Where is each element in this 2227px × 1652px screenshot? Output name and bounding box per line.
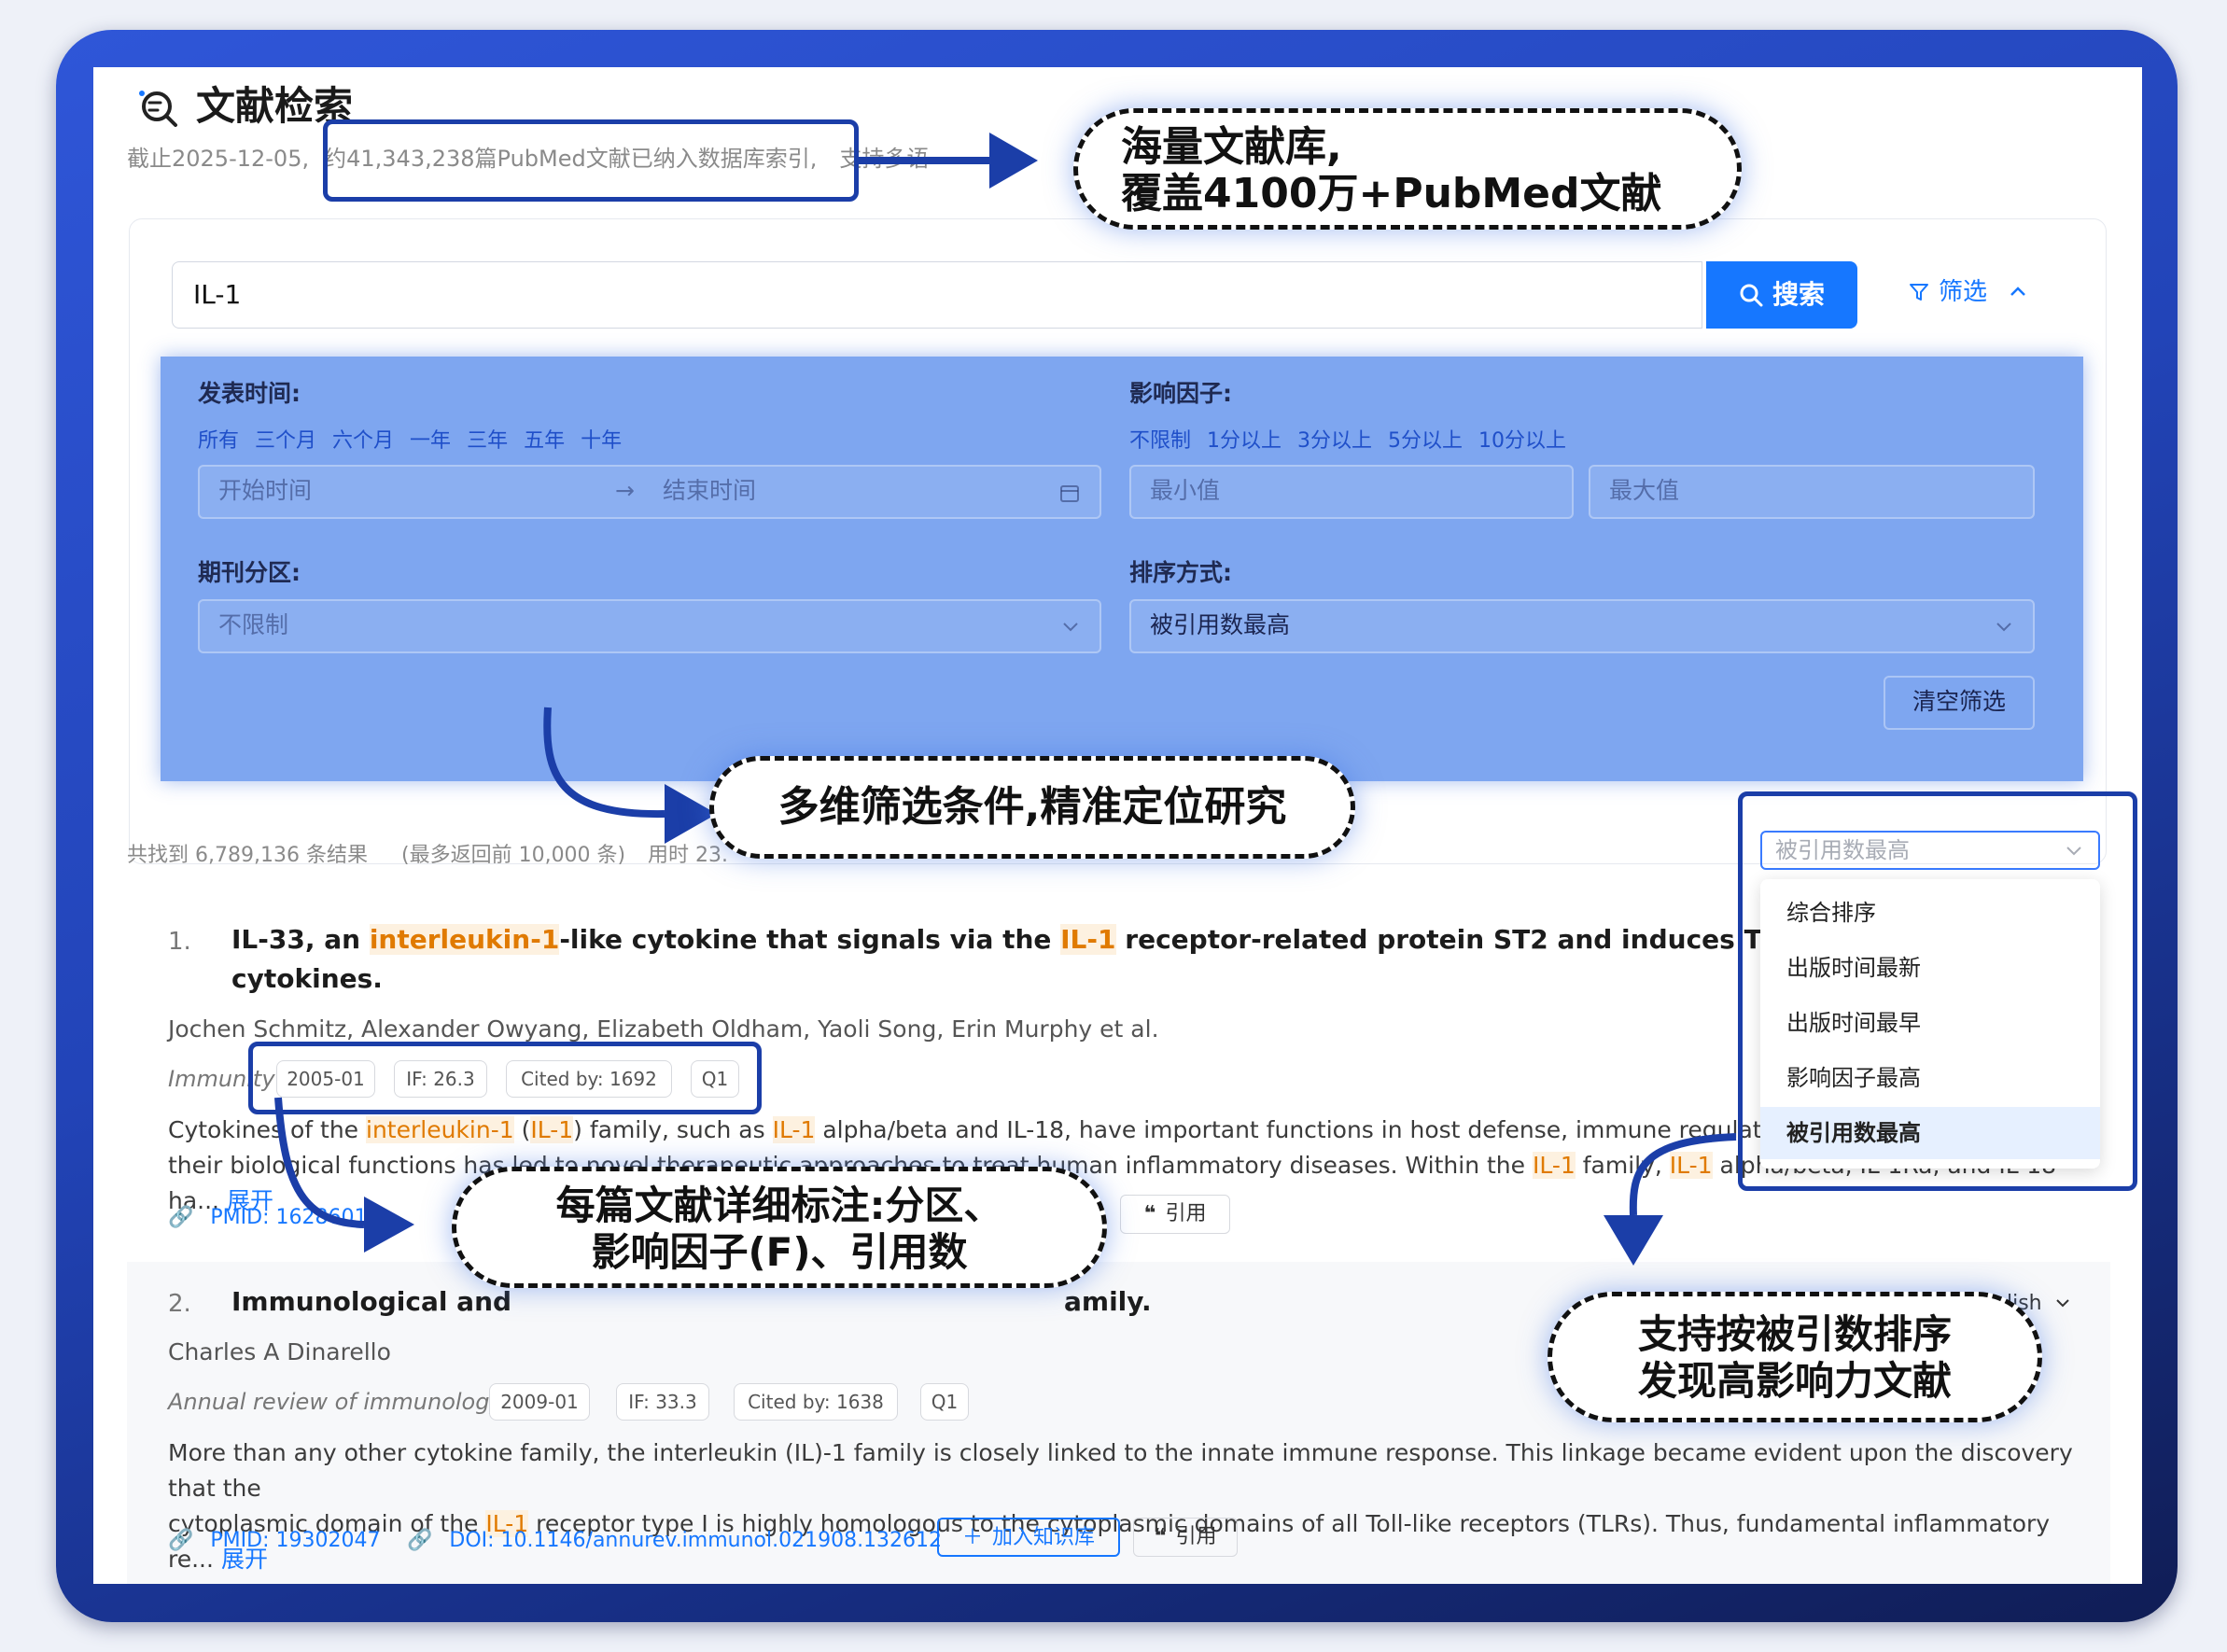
- database-callout: 海量文献库, 覆盖4100万+PubMed文献: [1073, 108, 1742, 230]
- arrow-to-tags-callout: [274, 1097, 365, 1228]
- arrow-head: [989, 133, 1038, 189]
- filter-callout: 多维筛选条件,精准定位研究: [709, 756, 1355, 859]
- app-window: 文献检索 截止2025-12-05, 约41,343,238篇PubMed文献已纳…: [93, 67, 2142, 1584]
- sort-callout: 支持按被引数排序 发现高影响力文献: [1548, 1292, 2042, 1422]
- arrow-to-filter-callout: [543, 707, 665, 819]
- tags-callout: 每篇文献详细标注:分区、 影响因子(F)、引用数: [452, 1167, 1107, 1288]
- arrow-head: [364, 1197, 414, 1253]
- arrow-head: [1604, 1215, 1663, 1266]
- arrow-to-sort-callout: [1629, 1133, 1737, 1216]
